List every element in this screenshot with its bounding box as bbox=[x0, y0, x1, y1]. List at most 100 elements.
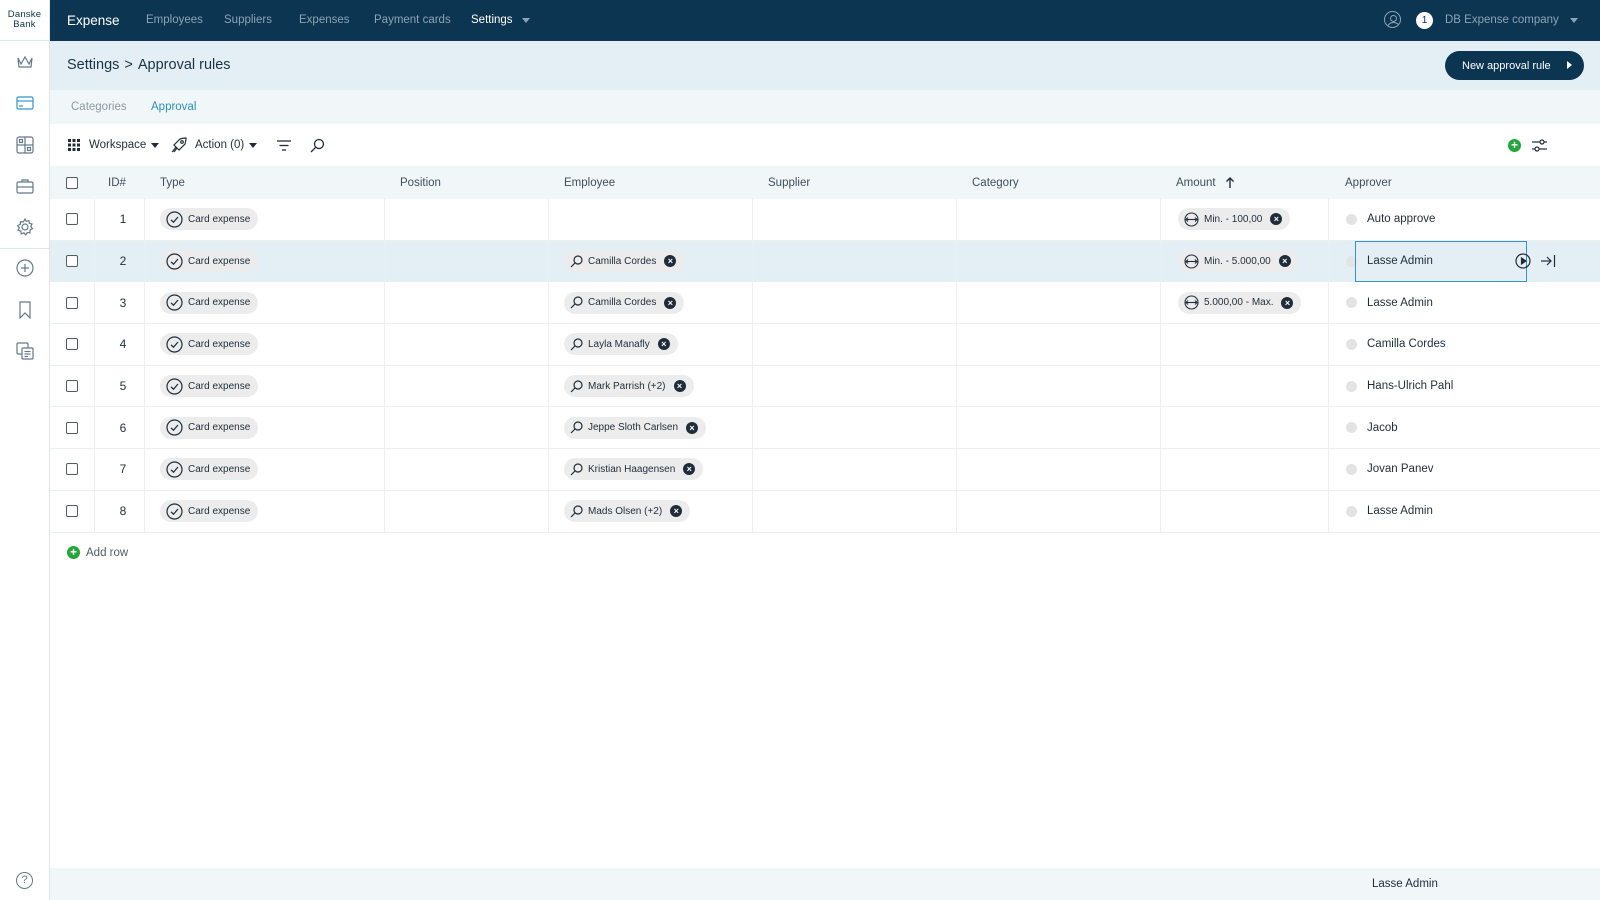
remove-icon[interactable]: × bbox=[673, 380, 686, 393]
user-profile-icon[interactable] bbox=[1384, 11, 1401, 28]
table-row[interactable]: 5 Card expense Mark Parrish (+2) × Hans-Ulri… bbox=[50, 365, 1600, 408]
type-chip[interactable]: Card expense bbox=[160, 366, 259, 407]
row-checkbox[interactable] bbox=[66, 366, 78, 407]
col-header-supplier[interactable]: Supplier bbox=[768, 166, 810, 199]
filter-icon[interactable] bbox=[277, 124, 291, 166]
employee-chip[interactable]: Camilla Cordes × bbox=[564, 241, 685, 282]
remove-icon[interactable]: × bbox=[664, 296, 677, 309]
action-dropdown[interactable]: Action (0) bbox=[171, 124, 258, 166]
col-header-employee[interactable]: Employee bbox=[564, 166, 615, 199]
help-icon[interactable]: ? bbox=[16, 872, 33, 889]
col-header-approver[interactable]: Approver bbox=[1345, 166, 1392, 199]
row-checkbox[interactable] bbox=[66, 491, 78, 532]
remove-icon[interactable]: × bbox=[657, 338, 670, 351]
employee-chip[interactable]: Kristian Haagensen × bbox=[564, 449, 704, 490]
nav-payment-cards[interactable]: Payment cards bbox=[374, 14, 451, 26]
type-chip[interactable]: Card expense bbox=[160, 449, 259, 490]
remove-icon[interactable]: × bbox=[686, 421, 699, 434]
company-chevron-down-icon[interactable] bbox=[1570, 18, 1578, 23]
app-title[interactable]: Expense bbox=[67, 13, 120, 28]
table-row[interactable]: 1 Card expense Min. - 100,00 × Auto approve bbox=[50, 199, 1600, 241]
play-circle-icon[interactable] bbox=[1515, 241, 1531, 282]
row-checkbox[interactable] bbox=[66, 449, 78, 490]
employee-chip[interactable]: Layla Manafly × bbox=[564, 324, 678, 365]
reports-icon[interactable] bbox=[15, 341, 35, 361]
nav-settings[interactable]: Settings bbox=[471, 14, 513, 26]
approver-cell[interactable]: Jovan Panev bbox=[1346, 449, 1434, 490]
col-header-amount[interactable]: Amount bbox=[1176, 166, 1235, 199]
amount-chip[interactable]: 5.000,00 - Max. × bbox=[1178, 282, 1302, 323]
type-chip[interactable]: Card expense bbox=[160, 282, 259, 323]
crown-icon[interactable] bbox=[15, 52, 35, 72]
bookmark-icon[interactable] bbox=[15, 300, 35, 320]
row-checkbox[interactable] bbox=[66, 407, 78, 448]
row-checkbox[interactable] bbox=[66, 241, 78, 282]
add-icon[interactable]: + bbox=[1508, 124, 1521, 166]
approver-cell[interactable]: Auto approve bbox=[1346, 199, 1435, 240]
workspace-dropdown[interactable]: Workspace bbox=[68, 124, 160, 166]
row-id: 6 bbox=[119, 420, 127, 435]
col-header-id[interactable]: ID# bbox=[108, 166, 126, 199]
nav-expenses[interactable]: Expenses bbox=[299, 14, 350, 26]
approver-cell[interactable]: Hans-Ulrich Pahl bbox=[1346, 366, 1453, 407]
remove-icon[interactable]: × bbox=[1270, 213, 1283, 226]
type-chip[interactable]: Card expense bbox=[160, 407, 259, 448]
table-row[interactable]: 2 Card expense Camilla Cordes × Min. - 5.000… bbox=[50, 240, 1600, 283]
employee-chip[interactable]: Camilla Cordes × bbox=[564, 282, 685, 323]
type-chip[interactable]: Card expense bbox=[160, 491, 259, 532]
approver-cell[interactable]: Camilla Cordes bbox=[1346, 324, 1446, 365]
row-checkbox[interactable] bbox=[66, 324, 78, 365]
add-row-button[interactable]: + Add row bbox=[67, 546, 128, 559]
tab-approval[interactable]: Approval bbox=[151, 101, 196, 113]
type-chip[interactable]: Card expense bbox=[160, 324, 259, 365]
table-row[interactable]: 7 Card expense Kristian Haagensen × Jovan Pa… bbox=[50, 449, 1600, 491]
danske-bank-logo[interactable]: Danske Bank bbox=[0, 0, 49, 41]
employee-chip[interactable]: Mark Parrish (+2) × bbox=[564, 366, 694, 407]
remove-icon[interactable]: × bbox=[1281, 296, 1294, 309]
select-all-checkbox[interactable] bbox=[66, 166, 78, 199]
row-checkbox[interactable] bbox=[66, 282, 78, 323]
new-approval-rule-button[interactable]: New approval rule bbox=[1445, 51, 1584, 80]
row-checkbox[interactable] bbox=[66, 199, 78, 240]
notification-badge[interactable]: 1 bbox=[1416, 12, 1433, 29]
company-selector[interactable]: DB Expense company bbox=[1445, 14, 1559, 26]
table-row[interactable]: 8 Card expense Mads Olsen (+2) × Lasse Admin bbox=[50, 490, 1600, 533]
remove-icon[interactable]: × bbox=[683, 463, 696, 476]
range-icon bbox=[1184, 212, 1199, 227]
amount-chip[interactable]: Min. - 100,00 × bbox=[1178, 199, 1291, 240]
table-row[interactable]: 3 Card expense Camilla Cordes × 5.000,00 - M… bbox=[50, 282, 1600, 325]
plus-circle-icon[interactable] bbox=[15, 258, 35, 278]
chevron-down-icon[interactable] bbox=[522, 18, 530, 23]
remove-icon[interactable]: × bbox=[670, 505, 683, 518]
approver-cell[interactable]: Jacob bbox=[1346, 407, 1398, 448]
remove-icon[interactable]: × bbox=[664, 255, 677, 268]
table-row[interactable]: 4 Card expense Layla Manafly × Camilla Corde… bbox=[50, 324, 1600, 366]
col-header-position[interactable]: Position bbox=[400, 166, 441, 199]
col-header-type[interactable]: Type bbox=[160, 166, 185, 199]
remove-icon[interactable]: × bbox=[1278, 255, 1291, 268]
search-icon[interactable] bbox=[310, 124, 325, 166]
search-icon bbox=[570, 463, 583, 476]
dashboard-icon[interactable] bbox=[15, 135, 35, 155]
action-label: Action (0) bbox=[195, 139, 245, 151]
table-row[interactable]: 6 Card expense Jeppe Sloth Carlsen × Jacob bbox=[50, 407, 1600, 450]
open-detail-icon[interactable] bbox=[1540, 241, 1556, 282]
settings-sliders-icon[interactable] bbox=[1532, 124, 1547, 166]
card-icon[interactable] bbox=[15, 93, 35, 113]
employee-chip[interactable]: Mads Olsen (+2) × bbox=[564, 491, 691, 532]
briefcase-icon[interactable] bbox=[15, 176, 35, 196]
type-chip[interactable]: Card expense bbox=[160, 199, 259, 240]
employee-chip[interactable]: Jeppe Sloth Carlsen × bbox=[564, 407, 707, 448]
footer-approver: Lasse Admin bbox=[1372, 878, 1438, 890]
gear-icon[interactable] bbox=[15, 217, 35, 237]
approver-cell[interactable]: Lasse Admin bbox=[1346, 491, 1433, 532]
col-header-category[interactable]: Category bbox=[972, 166, 1019, 199]
nav-suppliers[interactable]: Suppliers bbox=[224, 14, 272, 26]
type-chip[interactable]: Card expense bbox=[160, 241, 259, 282]
nav-employees[interactable]: Employees bbox=[146, 14, 203, 26]
approver-cell[interactable]: Lasse Admin bbox=[1346, 282, 1433, 323]
tab-categories[interactable]: Categories bbox=[71, 101, 127, 113]
breadcrumb-settings[interactable]: Settings bbox=[67, 57, 119, 73]
status-dot bbox=[1346, 213, 1357, 225]
amount-chip[interactable]: Min. - 5.000,00 × bbox=[1178, 241, 1299, 282]
